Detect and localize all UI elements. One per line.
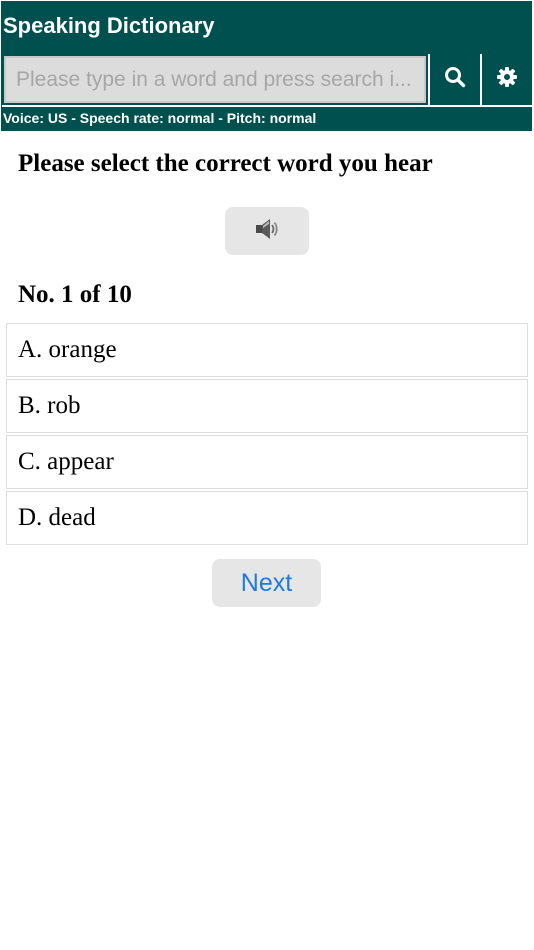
status-divider bbox=[2, 105, 533, 107]
speaker-icon bbox=[253, 216, 281, 247]
question-counter: No. 1 of 10 bbox=[18, 281, 132, 308]
voice-settings-status: Voice: US - Speech rate: normal - Pitch:… bbox=[3, 110, 317, 126]
answer-option-b[interactable]: B. rob bbox=[6, 379, 528, 433]
answer-option-a[interactable]: A. orange bbox=[6, 323, 528, 377]
gear-icon bbox=[496, 66, 518, 93]
answer-option-d[interactable]: D. dead bbox=[6, 491, 528, 545]
search-icon bbox=[444, 66, 466, 93]
quiz-instruction: Please select the correct word you hear bbox=[18, 150, 433, 177]
play-audio-button[interactable] bbox=[225, 207, 309, 255]
next-button[interactable]: Next bbox=[212, 559, 321, 607]
search-button[interactable] bbox=[428, 54, 479, 105]
answer-options: A. orange B. rob C. appear D. dead bbox=[6, 323, 528, 547]
search-input[interactable] bbox=[4, 56, 426, 103]
answer-option-c[interactable]: C. appear bbox=[6, 435, 528, 489]
settings-button[interactable] bbox=[480, 54, 531, 105]
app-header: Speaking Dictionary Voice: U bbox=[1, 1, 533, 131]
app-title: Speaking Dictionary bbox=[3, 13, 215, 38]
